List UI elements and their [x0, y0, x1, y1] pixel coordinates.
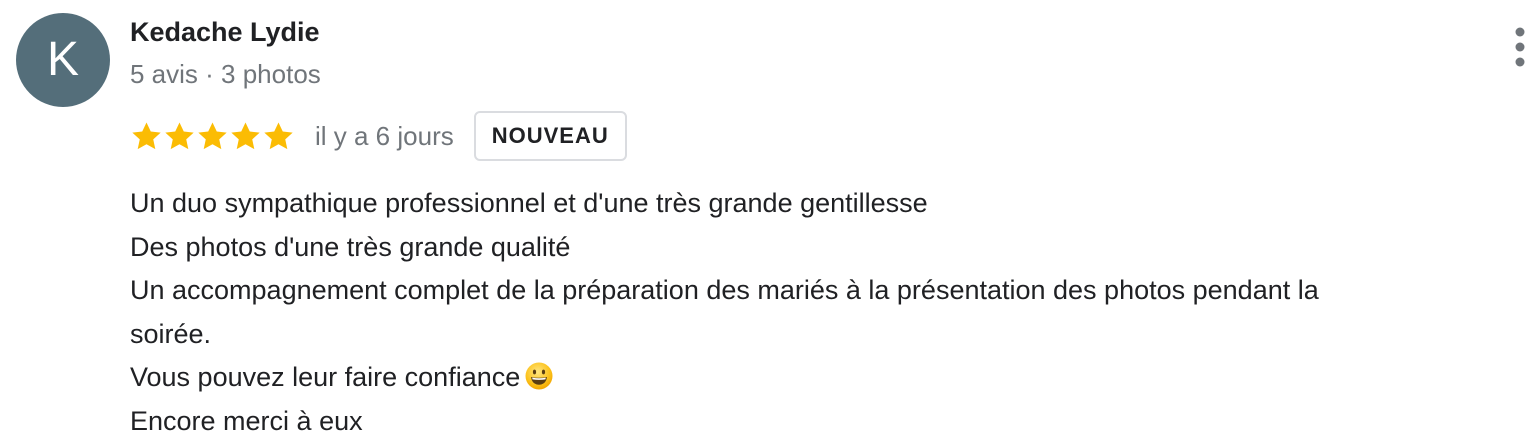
avatar-letter: K: [47, 33, 79, 86]
star-rating: [130, 110, 295, 162]
star-icon: [130, 120, 163, 153]
author-name[interactable]: Kedache Lydie: [130, 14, 320, 50]
review-date: il y a 6 jours: [315, 118, 454, 154]
review-text-line: Encore merci à eux: [130, 400, 1520, 443]
review-text-line-with-emoji: Vous pouvez leur faire confiance: [130, 356, 1520, 400]
star-icon: [163, 120, 196, 153]
review-text-line: Vous pouvez leur faire confiance: [130, 362, 520, 392]
more-vert-icon: [1504, 22, 1536, 76]
grinning-face-emoji: [524, 361, 554, 391]
star-icon: [196, 120, 229, 153]
review-text: Un duo sympathique professionnel et d'un…: [130, 182, 1520, 443]
review-text-line: Un duo sympathique professionnel et d'un…: [130, 182, 1520, 226]
review-text-line: soirée.: [130, 313, 1520, 357]
review-text-line: Un accompagnement complet de la préparat…: [130, 269, 1520, 313]
star-icon: [262, 120, 295, 153]
author-meta: 5 avis · 3 photos: [130, 56, 321, 92]
rating-row: il y a 6 jours NOUVEAU: [130, 110, 627, 162]
avatar[interactable]: K: [16, 13, 110, 107]
review-text-line: Des photos d'une très grande qualité: [130, 226, 1520, 270]
new-badge: NOUVEAU: [474, 111, 627, 161]
star-icon: [229, 120, 262, 153]
review-card: K Kedache Lydie 5 avis · 3 photos: [0, 0, 1540, 442]
more-options-button[interactable]: [1504, 22, 1536, 76]
